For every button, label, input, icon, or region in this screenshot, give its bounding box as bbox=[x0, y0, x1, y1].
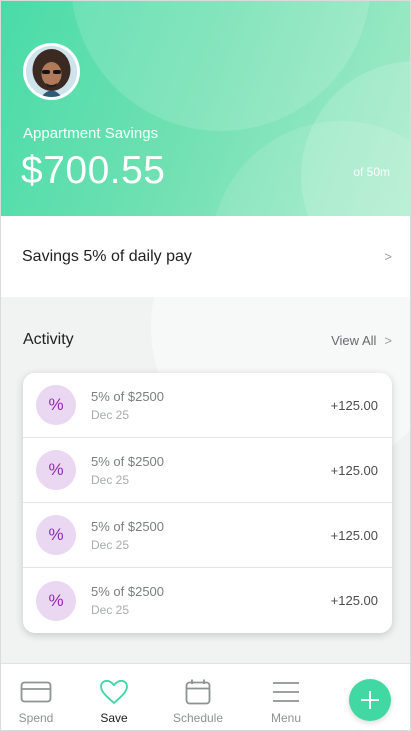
activity-item[interactable]: % 5% of $2500 Dec 25 +125.00 bbox=[23, 503, 392, 568]
activity-title: Activity bbox=[23, 331, 74, 348]
nav-item-spend[interactable]: Spend bbox=[1, 664, 76, 730]
menu-icon bbox=[272, 678, 300, 706]
activity-item-info: 5% of $2500 Dec 25 bbox=[91, 454, 331, 487]
activity-item[interactable]: % 5% of $2500 Dec 25 +125.00 bbox=[23, 373, 392, 438]
plus-icon bbox=[361, 691, 379, 709]
chevron-right-icon: > bbox=[384, 332, 392, 348]
nav-label: Spend bbox=[18, 711, 54, 725]
activity-list: % 5% of $2500 Dec 25 +125.00 % 5% of $25… bbox=[23, 373, 392, 633]
percent-icon: % bbox=[36, 385, 76, 425]
nav-item-schedule[interactable]: Schedule bbox=[158, 664, 238, 730]
activity-item[interactable]: % 5% of $2500 Dec 25 +125.00 bbox=[23, 568, 392, 633]
calendar-icon bbox=[184, 678, 212, 706]
savings-goal: of 50m bbox=[353, 165, 390, 179]
activity-description: 5% of $2500 bbox=[91, 388, 165, 404]
savings-rule-row[interactable]: Savings 5% of daily pay > bbox=[1, 216, 410, 297]
nav-label: Save bbox=[100, 711, 128, 725]
add-button[interactable] bbox=[349, 679, 391, 721]
nav-item-save[interactable]: Save bbox=[74, 664, 154, 730]
account-name: Appartment Savings bbox=[23, 125, 159, 142]
activity-date: Dec 25 bbox=[91, 537, 130, 552]
activity-header: Activity View All > bbox=[23, 331, 392, 349]
activity-item-info: 5% of $2500 Dec 25 bbox=[91, 389, 331, 422]
savings-header: Appartment Savings $700.55 of 50m bbox=[1, 1, 410, 216]
activity-amount: +125.00 bbox=[330, 397, 378, 413]
card-icon bbox=[20, 678, 52, 706]
percent-icon: % bbox=[36, 580, 76, 621]
activity-item-info: 5% of $2500 Dec 25 bbox=[91, 584, 331, 617]
percent-icon: % bbox=[36, 515, 76, 555]
activity-description: 5% of $2500 bbox=[91, 584, 165, 599]
activity-amount: +125.00 bbox=[330, 462, 378, 478]
activity-description: 5% of $2500 bbox=[91, 518, 165, 534]
view-all-label: View All bbox=[331, 332, 377, 348]
balance-amount: $700.55 bbox=[21, 149, 166, 192]
avatar-image bbox=[26, 46, 77, 97]
percent-icon: % bbox=[36, 450, 76, 490]
savings-rule-text: Savings 5% of daily pay bbox=[22, 247, 192, 265]
chevron-right-icon: > bbox=[384, 249, 392, 264]
activity-amount: +125.00 bbox=[330, 593, 378, 608]
nav-label: Menu bbox=[270, 711, 302, 725]
activity-date: Dec 25 bbox=[91, 472, 130, 487]
activity-amount: +125.00 bbox=[330, 527, 378, 543]
activity-item[interactable]: % 5% of $2500 Dec 25 +125.00 bbox=[23, 438, 392, 503]
view-all-link[interactable]: View All > bbox=[331, 333, 392, 348]
activity-date: Dec 25 bbox=[91, 407, 130, 422]
activity-description: 5% of $2500 bbox=[91, 453, 165, 469]
avatar[interactable] bbox=[23, 43, 80, 100]
heart-icon bbox=[99, 678, 129, 706]
activity-item-info: 5% of $2500 Dec 25 bbox=[91, 519, 331, 552]
activity-date: Dec 25 bbox=[91, 603, 130, 617]
nav-item-menu[interactable]: Menu bbox=[246, 664, 326, 730]
app-screen: Appartment Savings $700.55 of 50m Saving… bbox=[0, 0, 411, 731]
nav-label: Schedule bbox=[172, 711, 224, 725]
